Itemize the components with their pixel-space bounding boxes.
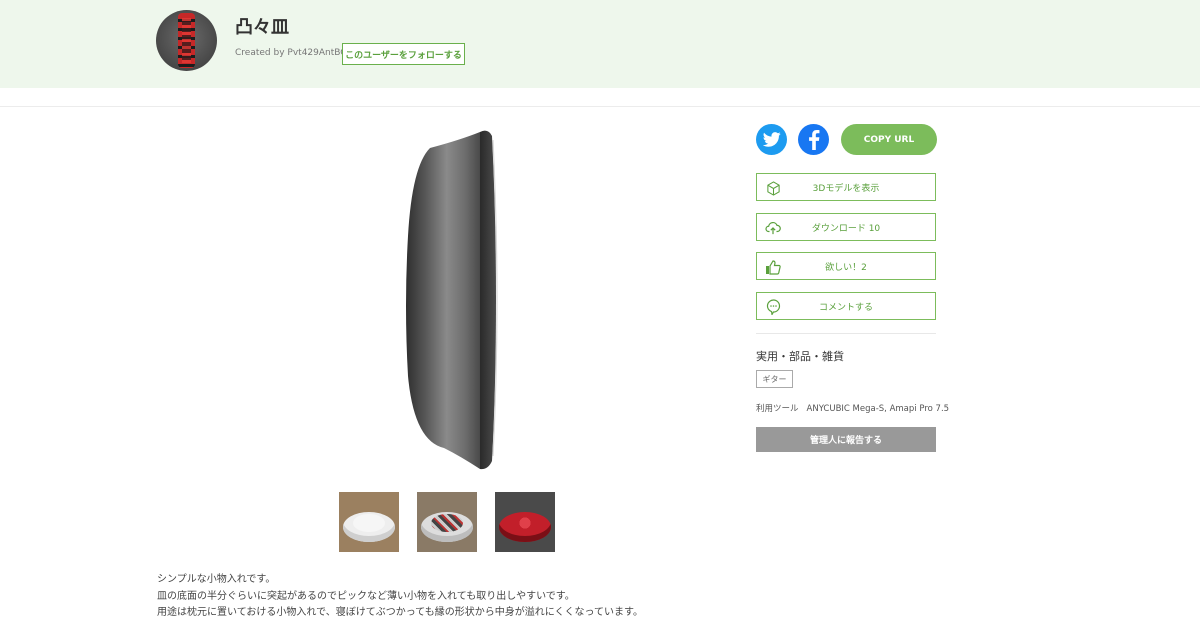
comment-label: コメントする [818, 302, 873, 313]
facebook-icon [808, 129, 819, 150]
view-3d-label: 3Dモデルを表示 [812, 183, 880, 194]
thumbnail-photo-1[interactable] [339, 492, 399, 552]
description-line: シンプルな小物入れです。 [157, 574, 276, 585]
description: シンプルな小物入れです。 皿の底面の半分ぐらいに突起があるのでピックなど薄い小物… [157, 572, 643, 622]
tools-value: ANYCUBIC Mega-S, Amapi Pro 7.5 [806, 404, 950, 414]
thumbnail-image-part [353, 514, 385, 532]
thumbnail-photo-3[interactable] [495, 492, 555, 552]
model-body [406, 132, 480, 469]
cube-icon [765, 180, 781, 196]
cloud-upload-icon [765, 220, 781, 236]
download-button[interactable]: ダウンロード 10 [756, 213, 936, 241]
creator-line: Created by Pvt429AntBGJ [235, 48, 350, 58]
report-button[interactable]: 管理人に報告する [756, 427, 936, 452]
description-line: 皿の底面の半分ぐらいに突起があるのでピックなど薄い小物を入れても取り出しやすいで… [157, 590, 575, 602]
thumbnail-image-part [431, 514, 463, 532]
avatar-image-part [182, 18, 191, 63]
follow-button[interactable]: このユーザーをフォローする [342, 43, 465, 65]
tools-line: 利用ツール ANYCUBIC Mega-S, Amapi Pro 7.5 [756, 402, 949, 414]
page-title: 凸々皿 [235, 17, 289, 38]
view-3d-button[interactable]: 3Dモデルを表示 [756, 173, 936, 201]
category-link[interactable]: 実用・部品・雑貨 [756, 348, 844, 364]
thumbnail-image-part [509, 514, 541, 532]
divider [756, 333, 936, 334]
tools-label: 利用ツール [756, 404, 799, 414]
comment-icon [765, 299, 781, 315]
profile-header: 凸々皿 Created by Pvt429AntBGJ このユーザーをフォローす… [0, 0, 1200, 88]
description-line: 用途は枕元に置いておける小物入れで、寝ぼけてぶつかっても縁の形状から中身が溢れに… [157, 607, 643, 618]
share-row: COPY URL [756, 124, 937, 155]
comment-button[interactable]: コメントする [756, 292, 936, 320]
avatar[interactable] [156, 10, 217, 71]
twitter-share-button[interactable] [756, 124, 787, 155]
thumbnail-photo-2[interactable] [417, 492, 477, 552]
like-button[interactable]: 欲しい！2 [756, 252, 936, 280]
copy-url-button[interactable]: COPY URL [841, 124, 937, 155]
divider [0, 106, 1200, 107]
tag-chip[interactable]: ギター [756, 370, 793, 388]
download-label: ダウンロード 10 [811, 223, 881, 234]
model-preview[interactable] [400, 126, 502, 472]
created-by-prefix: Created by [235, 48, 285, 58]
thumbnail-strip [339, 492, 555, 552]
thumbs-up-icon [765, 259, 781, 275]
creator-username[interactable]: Pvt429AntBGJ [287, 48, 350, 58]
twitter-icon [762, 132, 781, 147]
model-rim [480, 130, 496, 470]
like-label: 欲しい！2 [825, 262, 867, 273]
facebook-share-button[interactable] [798, 124, 829, 155]
